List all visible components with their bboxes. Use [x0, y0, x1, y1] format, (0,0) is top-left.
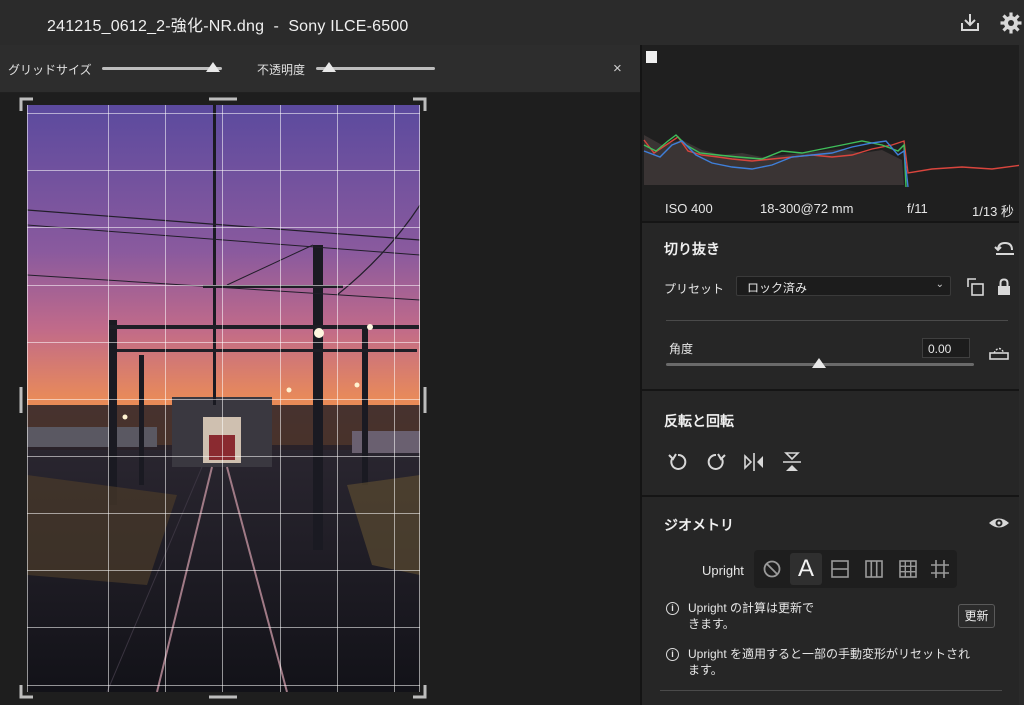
- upright-update-info: i Upright の計算は更新で きます。: [666, 600, 956, 632]
- flip-horizontal-icon[interactable]: [742, 450, 766, 474]
- angle-value: 0.00: [928, 342, 952, 356]
- straighten-tool-icon[interactable]: [987, 341, 1011, 365]
- flip-vertical-icon[interactable]: [780, 450, 804, 474]
- save-download-icon[interactable]: [958, 11, 982, 35]
- guided-icon: [931, 560, 949, 578]
- geometry-section-title[interactable]: ジオメトリ: [664, 515, 734, 535]
- preset-label: プリセット: [664, 282, 725, 296]
- upright-mode-group: A: [754, 550, 957, 588]
- opacity-label: 不透明度: [257, 63, 306, 77]
- panel-scrollbar[interactable]: [1019, 45, 1024, 705]
- auto-a-icon: A: [797, 555, 814, 582]
- exif-info-bar: ISO 400 18-300@72 mm f/11 1/13 秒: [642, 195, 1024, 223]
- full-grid-icon: [899, 560, 917, 578]
- info-icon: i: [666, 648, 679, 661]
- section-separator: [642, 221, 1024, 223]
- close-overlay-button[interactable]: ×: [613, 60, 622, 77]
- title-bar: 241215_0612_2-強化-NR.dng - Sony ILCE-6500: [0, 0, 1024, 45]
- grid-size-label: グリッドサイズ: [8, 63, 92, 77]
- crop-section-title[interactable]: 切り抜き: [664, 239, 720, 259]
- info-icon: i: [666, 602, 679, 615]
- upright-full-button[interactable]: [892, 553, 924, 585]
- angle-input[interactable]: 0.00: [922, 338, 970, 358]
- divider: [660, 690, 1002, 691]
- reset-crop-icon[interactable]: [993, 236, 1017, 260]
- upright-reset-warning: i Upright を適用すると一部の手動変形がリセットされ ます。: [666, 646, 996, 678]
- exif-shutter: 1/13 秒: [972, 204, 1014, 219]
- lock-icon[interactable]: [992, 275, 1016, 299]
- visibility-eye-icon[interactable]: [987, 511, 1011, 535]
- grid-size-slider[interactable]: [102, 67, 222, 70]
- flip-rotate-section-title[interactable]: 反転と回転: [664, 411, 734, 431]
- upright-guided-button[interactable]: [924, 553, 956, 585]
- camera-model: Sony ILCE-6500: [288, 18, 409, 35]
- upright-vertical-button[interactable]: [858, 553, 890, 585]
- info1-line1: Upright の計算は更新で: [688, 601, 815, 615]
- chevron-down-icon: ⌄: [935, 279, 944, 290]
- histogram: [642, 45, 1024, 195]
- section-separator: [642, 389, 1024, 391]
- exif-iso: ISO 400: [665, 201, 713, 216]
- exif-aperture: f/11: [907, 201, 928, 216]
- opacity-slider-thumb[interactable]: [322, 62, 336, 72]
- window-title: 241215_0612_2-強化-NR.dng - Sony ILCE-6500: [47, 12, 409, 36]
- angle-label: 角度: [669, 342, 694, 356]
- edit-panel: ISO 400 18-300@72 mm f/11 1/13 秒 切り抜き プリ…: [642, 45, 1024, 705]
- title-separator: -: [273, 18, 280, 35]
- upright-level-button[interactable]: [824, 553, 856, 585]
- info2-line2: ます。: [688, 663, 723, 677]
- upright-auto-button[interactable]: A: [790, 553, 822, 585]
- divider: [666, 320, 1008, 321]
- off-circle-slash-icon: [763, 560, 781, 578]
- crop-handles[interactable]: [19, 97, 429, 701]
- update-button[interactable]: 更新: [958, 604, 995, 628]
- grid-size-slider-thumb[interactable]: [206, 62, 220, 72]
- info1-line2: きます。: [688, 617, 735, 631]
- info2-line1: Upright を適用すると一部の手動変形がリセットされ: [688, 647, 971, 661]
- rotate-right-icon[interactable]: [704, 450, 728, 474]
- section-separator: [642, 495, 1024, 497]
- gear-icon[interactable]: [999, 11, 1023, 35]
- preset-select[interactable]: ロック済み ⌄: [736, 276, 951, 296]
- vertical-icon: [865, 560, 883, 578]
- upright-off-button[interactable]: [756, 553, 788, 585]
- swap-orientation-icon[interactable]: [964, 275, 988, 299]
- level-icon: [831, 560, 849, 578]
- upright-label: Upright: [702, 563, 744, 578]
- exif-lens: 18-300@72 mm: [760, 201, 854, 216]
- filename: 241215_0612_2-強化-NR.dng: [47, 18, 265, 35]
- angle-slider-thumb[interactable]: [812, 358, 826, 368]
- rotate-left-icon[interactable]: [666, 450, 690, 474]
- preset-value: ロック済み: [747, 281, 808, 295]
- crop-overlay-options-bar: グリッドサイズ 不透明度: [0, 45, 640, 93]
